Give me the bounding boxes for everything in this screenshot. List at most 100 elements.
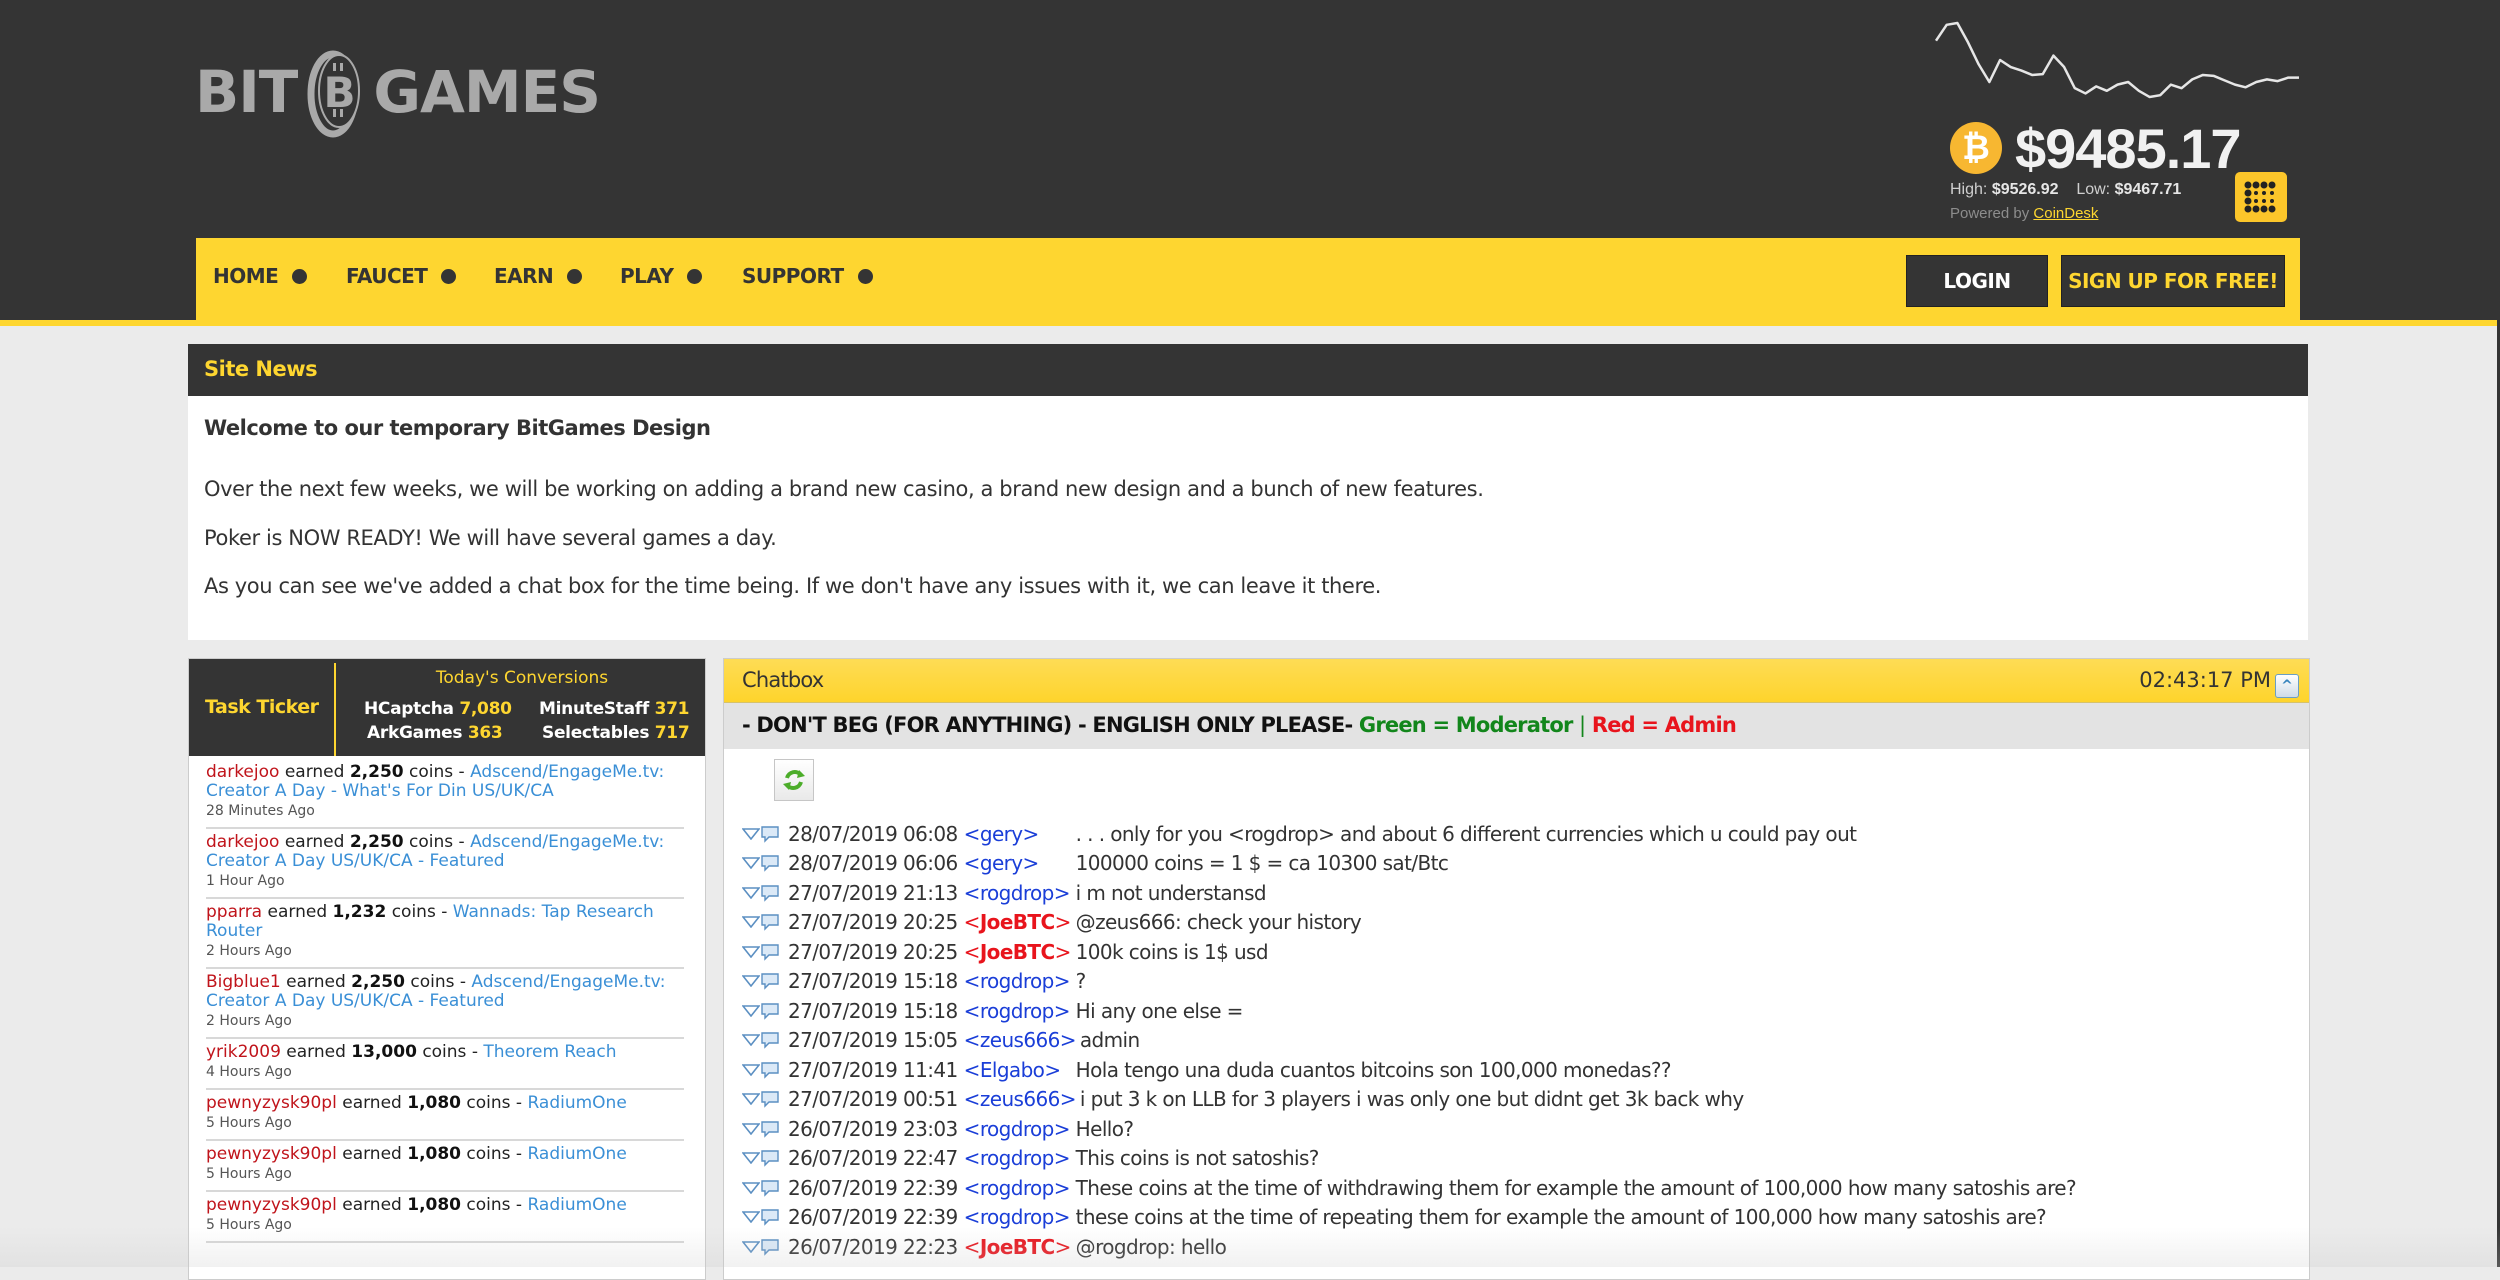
site-logo[interactable]: BIT B GAMES [195, 42, 601, 142]
chat-rules-bar: - DON'T BEG (FOR ANYTHING) - ENGLISH ONL… [724, 703, 2309, 749]
expand-triangle-icon[interactable] [742, 1152, 760, 1165]
expand-triangle-icon[interactable] [742, 1034, 760, 1047]
task-ticker-item: darkejoo earned 2,250 coins - Adscend/En… [206, 759, 684, 829]
message-nick[interactable]: <rogdrop> [964, 999, 1072, 1023]
message-nick[interactable]: <rogdrop> [964, 969, 1072, 993]
reply-speech-bubble-icon[interactable] [760, 1120, 780, 1138]
ticker-username[interactable]: pewnyzysk90pl [206, 1195, 337, 1215]
expand-triangle-icon[interactable] [742, 886, 760, 899]
message-nick[interactable]: <JoeBTC> [964, 1235, 1072, 1259]
nick-name: JoeBTC [979, 910, 1055, 935]
reply-speech-bubble-icon[interactable] [760, 825, 780, 843]
site-news-title: Site News [204, 357, 318, 381]
expand-triangle-icon[interactable] [742, 857, 760, 870]
message-date: 26/07/2019 23:03 [788, 1116, 958, 1141]
message-nick[interactable]: <rogdrop> [964, 881, 1072, 905]
reply-speech-bubble-icon[interactable] [760, 972, 780, 990]
expand-triangle-icon[interactable] [742, 1004, 760, 1017]
news-paragraph: As you can see we've added a chat box fo… [204, 574, 1382, 598]
reply-speech-bubble-icon[interactable] [760, 1002, 780, 1020]
reply-speech-bubble-icon[interactable] [760, 943, 780, 961]
nav-home[interactable]: HOME [213, 264, 308, 288]
ticker-time: 2 Hours Ago [206, 943, 292, 959]
expand-triangle-icon[interactable] [742, 1122, 760, 1135]
ticker-username[interactable]: yrik2009 [206, 1042, 281, 1062]
svg-text:B: B [324, 68, 355, 117]
expand-triangle-icon[interactable] [742, 1211, 760, 1224]
refresh-button[interactable] [774, 759, 814, 801]
expand-triangle-icon[interactable] [742, 975, 760, 988]
message-date: 28/07/2019 06:06 [788, 851, 958, 876]
message-nick[interactable]: <Elgabo> [964, 1058, 1072, 1082]
ticker-username[interactable]: pewnyzysk90pl [206, 1144, 337, 1164]
login-button[interactable]: LOGIN [1906, 255, 2048, 307]
ticker-time: 5 Hours Ago [206, 1115, 292, 1131]
coindesk-link[interactable]: CoinDesk [2033, 205, 2098, 222]
nick-name: rogdrop [979, 1205, 1055, 1230]
nav-play[interactable]: PLAY [620, 264, 703, 288]
high-label: High: [1950, 181, 1988, 198]
reply-speech-bubble-icon[interactable] [760, 1179, 780, 1197]
reply-speech-bubble-icon[interactable] [760, 884, 780, 902]
nick-name: gery [979, 821, 1023, 846]
expand-triangle-icon[interactable] [742, 916, 760, 929]
expand-triangle-icon[interactable] [742, 1093, 760, 1106]
reply-speech-bubble-icon[interactable] [760, 1149, 780, 1167]
ticker-username[interactable]: Bigblue1 [206, 972, 281, 992]
signup-button[interactable]: SIGN UP FOR FREE! [2061, 255, 2285, 307]
message-nick[interactable]: <zeus666> [964, 1028, 1077, 1052]
ticker-coins: 13,000 [351, 1042, 417, 1062]
message-nick[interactable]: <gery> [964, 851, 1072, 875]
nav-support[interactable]: SUPPORT [742, 264, 873, 288]
message-nick[interactable]: <JoeBTC> [964, 910, 1072, 934]
ticker-username[interactable]: darkejoo [206, 762, 279, 782]
ticker-task-link[interactable]: Theorem Reach [483, 1042, 616, 1062]
expand-triangle-icon[interactable] [742, 1240, 760, 1253]
message-text: ? [1075, 969, 1087, 994]
task-ticker-header: Task Ticker Today's Conversions HCaptcha… [189, 659, 705, 756]
reply-speech-bubble-icon[interactable] [760, 854, 780, 872]
message-nick[interactable]: <rogdrop> [964, 1117, 1072, 1141]
expand-triangle-icon[interactable] [742, 1181, 760, 1194]
reply-speech-bubble-icon[interactable] [760, 1238, 780, 1256]
ticker-username[interactable]: darkejoo [206, 832, 279, 852]
message-date: 27/07/2019 21:13 [788, 880, 958, 905]
message-nick[interactable]: <zeus666> [964, 1087, 1077, 1111]
message-nick[interactable]: <rogdrop> [964, 1176, 1072, 1200]
chat-message: 27/07/2019 11:41 <Elgabo> Hola tengo una… [742, 1055, 2302, 1085]
expand-triangle-icon[interactable] [742, 827, 760, 840]
ticker-coins: 2,250 [349, 832, 404, 852]
chat-messages: 28/07/2019 06:08 <gery> . . . only for y… [742, 819, 2302, 1262]
collapse-chevron-up-icon[interactable]: ^ [2275, 674, 2299, 698]
ticker-username[interactable]: pewnyzysk90pl [206, 1093, 337, 1113]
nav-earn[interactable]: EARN [494, 264, 583, 288]
message-nick[interactable]: <rogdrop> [964, 1205, 1072, 1229]
reply-speech-bubble-icon[interactable] [760, 913, 780, 931]
expand-triangle-icon[interactable] [742, 1063, 760, 1076]
reply-speech-bubble-icon[interactable] [760, 1061, 780, 1079]
nav-faucet[interactable]: FAUCET [346, 264, 457, 288]
reply-speech-bubble-icon[interactable] [760, 1090, 780, 1108]
message-nick[interactable]: <JoeBTC> [964, 940, 1072, 964]
ticker-task-link[interactable]: RadiumOne [527, 1144, 626, 1164]
earned-label: earned [284, 762, 350, 782]
ticker-username[interactable]: pparra [206, 902, 262, 922]
reply-speech-bubble-icon[interactable] [760, 1208, 780, 1226]
task-ticker-title: Task Ticker [205, 696, 319, 718]
message-nick[interactable]: <gery> [964, 822, 1072, 846]
message-nick[interactable]: <rogdrop> [964, 1146, 1072, 1170]
ticker-task-link[interactable]: RadiumOne [527, 1195, 626, 1215]
message-text: @rogdrop: hello [1075, 1234, 1227, 1259]
nick-name: JoeBTC [979, 1234, 1055, 1259]
reply-speech-bubble-icon[interactable] [760, 1031, 780, 1049]
expand-triangle-icon[interactable] [742, 945, 760, 958]
ticker-task-link[interactable]: RadiumOne [527, 1093, 626, 1113]
task-ticker-list: darkejoo earned 2,250 coins - Adscend/En… [206, 759, 684, 1243]
site-news-panel: Site News Welcome to our temporary BitGa… [188, 344, 2308, 640]
chat-message: 27/07/2019 00:51 <zeus666> i put 3 k on … [742, 1085, 2302, 1115]
logo-text-left: BIT [195, 58, 298, 126]
coindesk-logo-icon[interactable] [2235, 172, 2287, 222]
ticker-time: 1 Hour Ago [206, 873, 285, 889]
task-ticker-item: yrik2009 earned 13,000 coins - Theorem R… [206, 1039, 684, 1090]
coins-label: coins - [409, 832, 471, 852]
